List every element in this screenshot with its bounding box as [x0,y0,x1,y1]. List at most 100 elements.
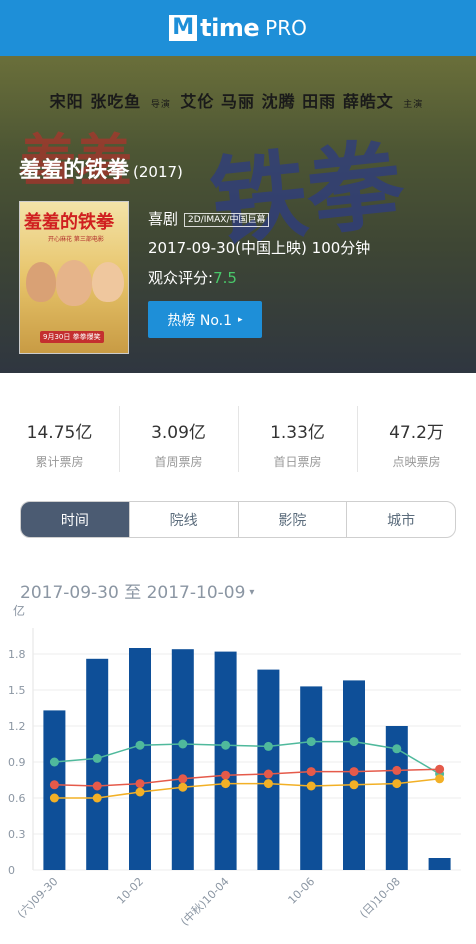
chart-point [306,737,316,747]
stat-label: 点映票房 [392,455,441,469]
chart-point [178,782,188,792]
hot-rank-label: 热榜 No.1 [167,312,233,329]
chart-point [178,739,188,749]
chart-point [135,787,145,797]
logo-m-mark: M [169,15,198,41]
chart-point [263,779,273,789]
x-tick-label: (六)09-30 [15,875,61,921]
x-tick-label: (中秋)10-04 [178,874,232,928]
chart-point [349,737,359,747]
chart-bar [129,648,151,870]
box-office-stats: 14.75亿 累计票房 3.09亿 首周票房 1.33亿 首日票房 47.2万 … [0,404,476,476]
director-names: 宋阳 张吃鱼 [49,92,142,111]
chart-bar [428,858,451,870]
y-tick-label: 0.9 [8,756,26,769]
chart-point [221,779,231,789]
chart-point [392,744,402,754]
mtime-pro-logo[interactable]: M time PRO [169,14,307,42]
x-tick-label: 10-06 [286,875,318,907]
stat-label: 首周票房 [154,455,203,469]
tab-time[interactable]: 时间 [21,502,129,537]
chart-point [392,765,402,775]
chart-point [435,774,445,784]
y-tick-label: 1.5 [8,684,26,697]
segmented-tabs: 时间 院线 影院 城市 [20,501,456,538]
tab-city[interactable]: 城市 [346,502,455,537]
movie-hero: 铁拳 羞羞 宋阳 张吃鱼 导演 艾伦 马丽 沈腾 田雨 薛皓文 主演 羞羞的铁拳… [0,56,476,373]
chart-point [92,793,102,803]
x-tick-label: 10-02 [114,875,146,907]
stat-preview: 47.2万 点映票房 [357,404,476,476]
star-label: 主演 [403,100,424,110]
director-label: 导演 [150,100,171,110]
chart-point [349,780,359,790]
genre-text: 喜剧 [148,210,179,228]
chart-point [49,780,59,790]
chart-point [221,770,231,780]
y-axis-unit-label: 亿 [13,603,25,618]
y-tick-label: 1.8 [8,648,26,661]
stat-first-week: 3.09亿 首周票房 [119,404,238,476]
chart-point [92,781,102,791]
chart-point [92,753,102,763]
poster-face-right [92,262,124,302]
x-tick-label: (日)10-08 [357,875,403,921]
tab-chain[interactable]: 院线 [128,502,238,537]
poster-date: 9月30日 拳拳爆笑 [40,331,104,343]
chart-series-line [54,740,440,775]
movie-title-text: 羞羞的铁拳 [19,158,130,183]
y-tick-label: 1.2 [8,720,26,733]
movie-poster[interactable]: 羞羞的铁拳 开心麻花 第三部电影 9月30日 拳拳爆笑 [19,201,129,354]
stat-first-day: 1.33亿 首日票房 [238,404,357,476]
logo-time-text: time [200,14,260,42]
box-office-chart: 亿 0 0.3 0.6 0.9 1.2 1.5 1.8 (六)09-30 10-02 (中秋)10-… [8,603,461,928]
y-tick-label: 0.3 [8,828,26,841]
logo-pro-text: PRO [265,16,307,40]
stat-label: 累计票房 [35,455,84,469]
y-tick-label: 0.6 [8,792,26,805]
stat-total: 14.75亿 累计票房 [0,404,119,476]
chart-point [221,740,231,750]
chart-bar [214,651,237,870]
chart-point [435,764,445,774]
score-label: 观众评分: [148,269,214,287]
y-tick-label: 0 [8,864,15,877]
poster-title: 羞羞的铁拳 [24,212,114,233]
star-names: 艾伦 马丽 沈腾 田雨 薛皓文 [180,92,394,111]
chart-point [178,774,188,784]
chart-bar [43,710,66,870]
chart-point [135,779,145,789]
chart-bar [86,658,109,870]
chevron-right-icon: ▸ [238,314,243,325]
chart-point [49,757,59,767]
release-info: 2017-09-30(中国上映) 100分钟 [148,239,371,257]
tab-cinema[interactable]: 影院 [237,502,347,537]
stat-value: 14.75亿 [26,423,93,443]
format-tag: 2D/IMAX/中国巨幕 [184,213,270,227]
score-value: 7.5 [213,269,237,287]
chart-point [263,741,273,751]
chart-point [306,767,316,777]
audience-score: 观众评分:7.5 [148,267,237,288]
stat-label: 首日票房 [273,455,322,469]
chart-point [49,793,59,803]
poster-face-left [26,262,56,302]
chart-point [306,781,316,791]
stat-value: 47.2万 [389,423,444,443]
poster-subtitle: 开心麻花 第三部电影 [48,236,104,243]
movie-title: 羞羞的铁拳 (2017) [19,152,183,184]
genre-line: 喜剧 2D/IMAX/中国巨幕 [148,208,270,229]
chart-point [349,767,359,777]
chart-point [392,779,402,789]
cast-credits: 宋阳 张吃鱼 导演 艾伦 马丽 沈腾 田雨 薛皓文 主演 [0,88,476,112]
chart-bar [300,686,323,870]
movie-year: (2017) [133,163,183,181]
stat-value: 3.09亿 [151,423,206,443]
chart-bar [171,649,194,870]
stat-value: 1.33亿 [270,423,325,443]
poster-face-center [56,260,92,306]
chart-point [135,740,145,750]
chart-point [263,769,273,779]
app-header: M time PRO [0,0,476,56]
hot-rank-button[interactable]: 热榜 No.1 ▸ [148,301,262,338]
